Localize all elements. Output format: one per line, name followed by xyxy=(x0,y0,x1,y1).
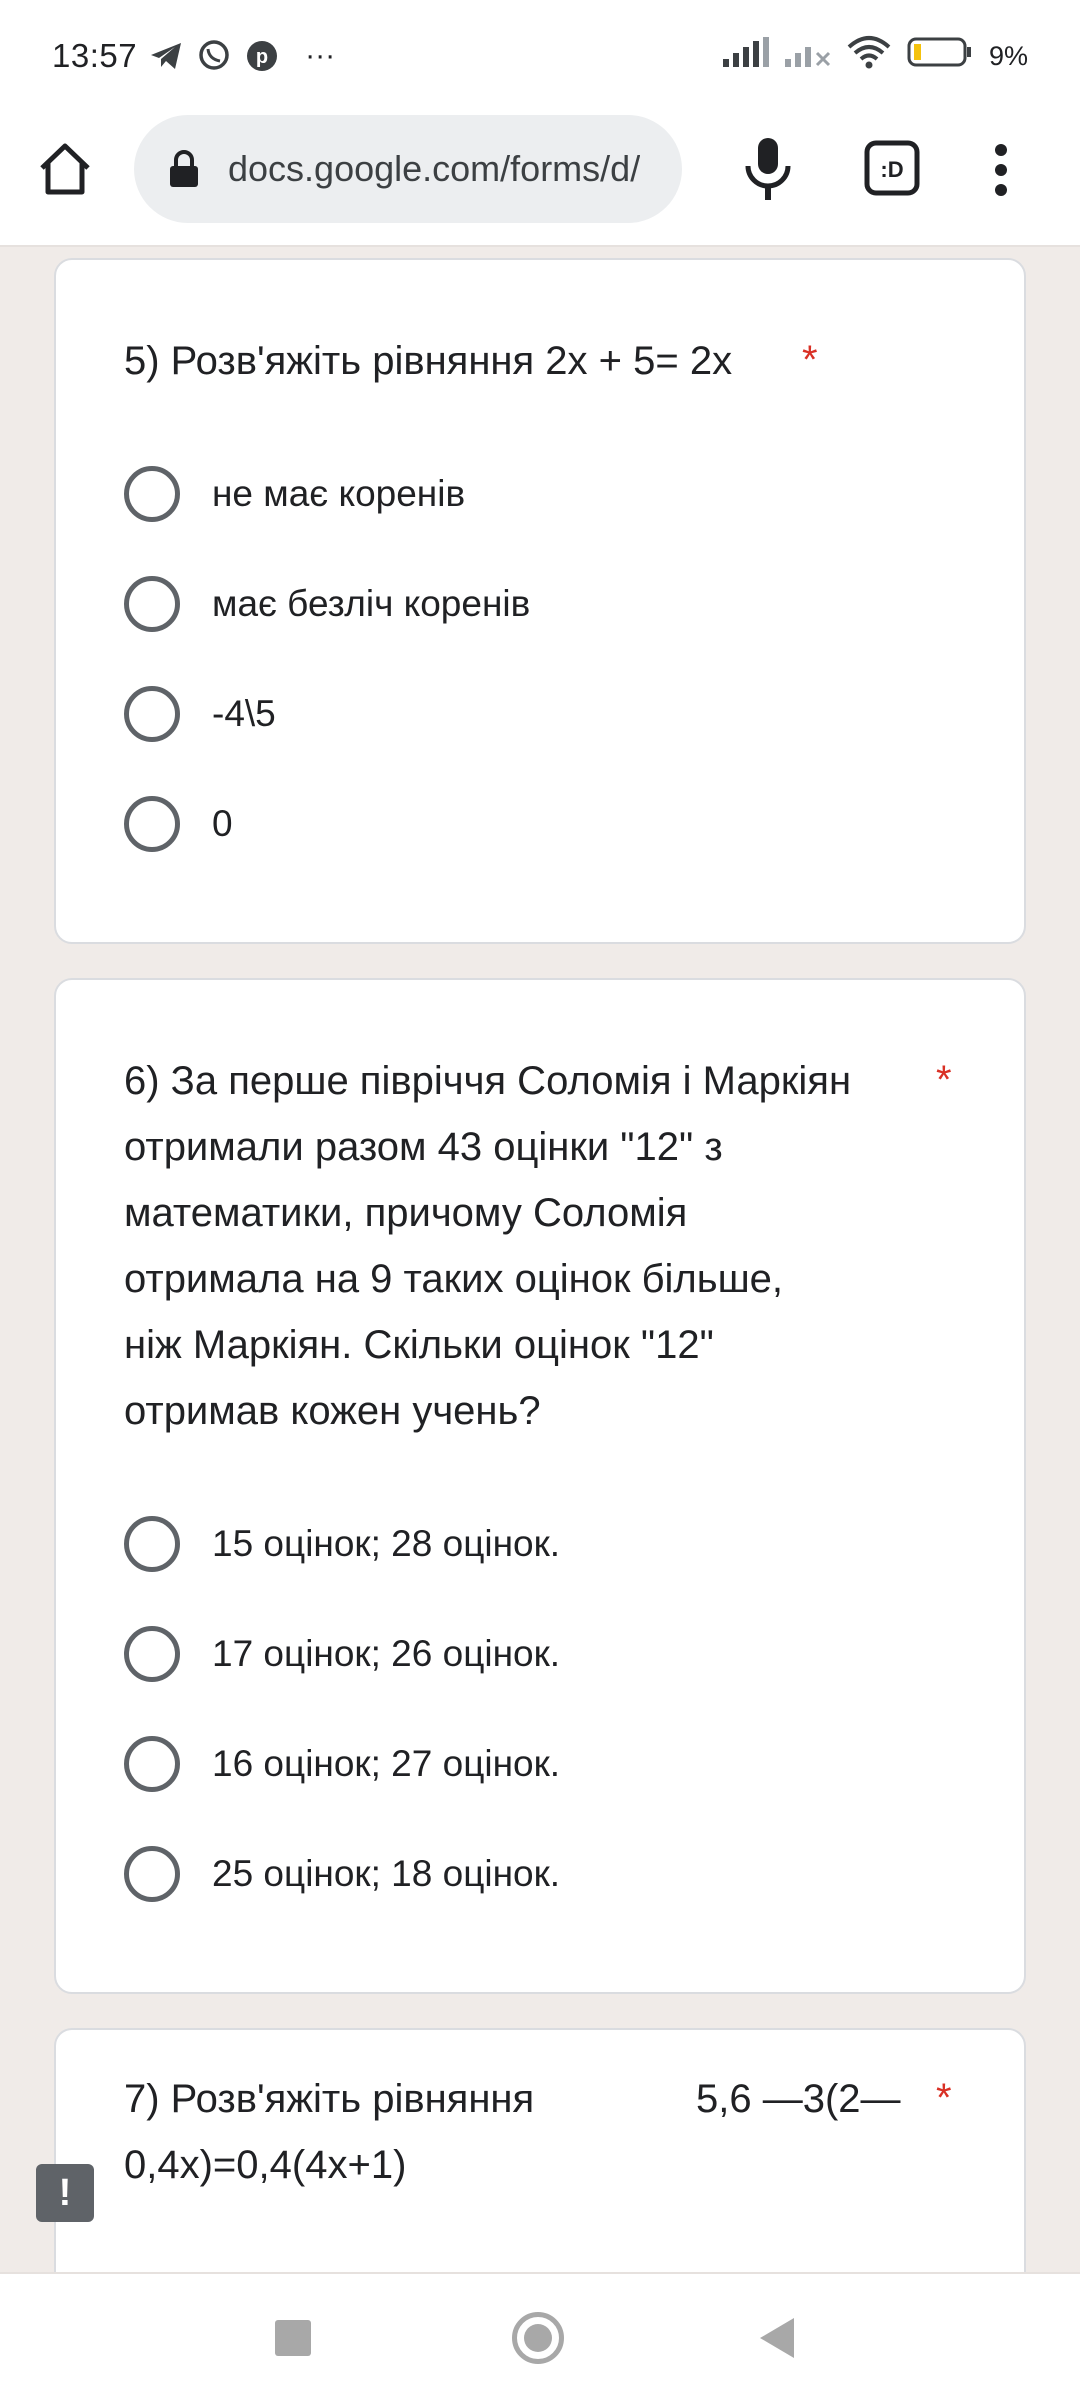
required-asterisk: * xyxy=(802,338,818,382)
status-bar: 13:57 p ··· 9% xyxy=(0,0,1080,112)
more-vert-icon xyxy=(995,144,1007,196)
radio-button[interactable] xyxy=(124,466,180,522)
system-navigation-bar xyxy=(0,2272,1080,2400)
home-nav-button[interactable] xyxy=(512,2312,564,2364)
signal-2-icon xyxy=(784,37,831,75)
battery-icon xyxy=(907,37,973,75)
radio-button[interactable] xyxy=(124,1516,180,1572)
radio-button[interactable] xyxy=(124,796,180,852)
option-radio[interactable]: не має коренів xyxy=(124,464,465,524)
required-asterisk: * xyxy=(936,1058,952,1102)
telegram-icon xyxy=(147,37,185,75)
overflow-menu-button[interactable] xyxy=(986,142,1016,198)
option-radio[interactable]: 15 оцінок; 28 оцінок. xyxy=(124,1514,560,1574)
radio-button[interactable] xyxy=(124,1846,180,1902)
radio-button[interactable] xyxy=(124,576,180,632)
question-title: 5) Розв'яжіть рівняння 2x + 5= 2x xyxy=(124,339,733,383)
url-bar[interactable]: docs.google.com/forms/d/ xyxy=(134,115,682,223)
option-radio[interactable]: має безліч коренів xyxy=(124,574,530,634)
option-radio[interactable]: 17 оцінок; 26 оцінок. xyxy=(124,1624,560,1684)
option-label: 0 xyxy=(212,803,233,844)
question-title: 6) За перше півріччя Соломія і Маркіян о… xyxy=(124,1059,852,1433)
recents-button[interactable] xyxy=(275,2320,311,2356)
option-label: 25 оцінок; 18 оцінок. xyxy=(212,1853,561,1894)
option-label: 17 оцінок; 26 оцінок. xyxy=(212,1633,561,1674)
question-card-6: 6) За перше півріччя Соломія і Маркіян о… xyxy=(54,978,1026,1994)
option-radio[interactable]: -4\5 xyxy=(124,684,276,744)
question-title-equation: 5,6 —3(2— xyxy=(696,2077,901,2121)
radio-button[interactable] xyxy=(124,1736,180,1792)
signal-icon xyxy=(722,37,769,75)
home-button[interactable] xyxy=(36,140,94,198)
option-label: -4\5 xyxy=(212,693,276,734)
option-radio[interactable]: 16 оцінок; 27 оцінок. xyxy=(124,1734,560,1794)
required-asterisk: * xyxy=(936,2076,952,2120)
option-radio[interactable]: 0 xyxy=(124,794,233,854)
back-button[interactable] xyxy=(760,2318,794,2358)
browser-toolbar: docs.google.com/forms/d/ :D xyxy=(0,112,1080,247)
wifi-icon xyxy=(847,35,891,77)
option-label: 16 оцінок; 27 оцінок. xyxy=(212,1743,561,1784)
home-icon xyxy=(40,143,90,195)
pinterest-icon: p xyxy=(243,37,281,75)
tabs-icon: :D xyxy=(864,140,920,196)
battery-percent: 9% xyxy=(988,40,1028,71)
radio-button[interactable] xyxy=(124,1626,180,1682)
viber-icon xyxy=(195,37,233,75)
voice-search-button[interactable] xyxy=(740,136,796,202)
tab-switcher-button[interactable]: :D xyxy=(864,140,920,196)
status-time: 13:57 xyxy=(52,37,138,74)
option-radio[interactable]: 25 оцінок; 18 оцінок. xyxy=(124,1844,560,1904)
option-label: не має коренів xyxy=(212,473,466,514)
question-title: 7) Розв'яжіть рівняння 0,4x)=0,4(4x+1) xyxy=(124,2077,535,2187)
microphone-icon xyxy=(745,138,791,200)
svg-text::D: :D xyxy=(880,157,903,182)
svg-text:p: p xyxy=(256,46,268,68)
question-card-5: 5) Розв'яжіть рівняння 2x + 5= 2x * не м… xyxy=(54,258,1026,944)
report-feedback-button[interactable]: ! xyxy=(36,2164,94,2222)
option-label: має безліч коренів xyxy=(212,583,531,624)
feedback-icon: ! xyxy=(58,2171,72,2214)
radio-button[interactable] xyxy=(124,686,180,742)
lock-icon xyxy=(170,150,198,187)
url-text: docs.google.com/forms/d/ xyxy=(228,148,641,189)
option-label: 15 оцінок; 28 оцінок. xyxy=(212,1523,561,1564)
more-notifications-icon: ··· xyxy=(305,39,336,72)
